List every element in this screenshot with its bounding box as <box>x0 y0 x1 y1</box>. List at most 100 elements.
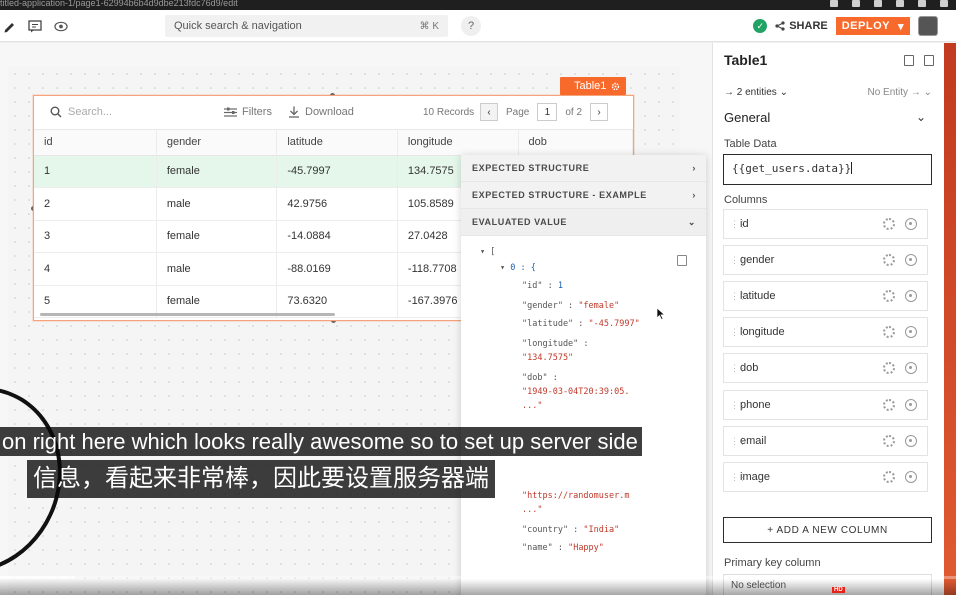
drag-handle-icon[interactable]: ⋮⋮ <box>730 400 747 411</box>
gear-icon[interactable] <box>883 362 895 374</box>
menu-icon[interactable] <box>940 0 948 7</box>
eye-icon[interactable] <box>905 254 917 266</box>
table-cell[interactable]: -45.7997 <box>276 155 398 188</box>
gear-icon[interactable] <box>611 82 620 91</box>
table-search[interactable]: Search... <box>50 106 112 118</box>
expected-example-label: EXPECTED STRUCTURE - EXAMPLE <box>472 190 647 200</box>
column-item-phone[interactable]: ⋮⋮ phone <box>723 390 928 420</box>
eye-icon[interactable] <box>905 471 917 483</box>
copy-icon[interactable] <box>677 255 687 266</box>
table-cell[interactable]: female <box>156 155 278 188</box>
columns-label: Columns <box>724 194 768 206</box>
column-item-dob[interactable]: ⋮⋮ dob <box>723 353 928 383</box>
json-line[interactable]: ▾ [ <box>480 247 495 257</box>
eye-icon[interactable] <box>905 435 917 447</box>
copy-icon[interactable] <box>904 55 914 66</box>
json-line: "country" : "India" <box>522 525 620 535</box>
drag-handle-icon[interactable]: ⋮⋮ <box>730 255 747 266</box>
table-cell[interactable]: 2 <box>34 187 157 221</box>
evaluated-value-label: EVALUATED VALUE <box>472 217 568 227</box>
table-cell[interactable]: 1 <box>34 155 157 188</box>
profile-icon[interactable] <box>874 0 882 7</box>
star-icon[interactable] <box>852 0 860 7</box>
window-icon[interactable] <box>896 0 904 7</box>
widget-name-tag[interactable]: Table1 <box>560 77 627 95</box>
drag-handle-icon[interactable]: ⋮⋮ <box>730 219 747 230</box>
column-item-latitude[interactable]: ⋮⋮ latitude <box>723 281 928 311</box>
column-header[interactable]: gender <box>156 130 278 156</box>
json-line: "gender" : "female" <box>522 301 620 311</box>
avatar[interactable] <box>918 16 938 36</box>
comment-icon[interactable] <box>28 19 42 33</box>
eye-icon[interactable] <box>905 218 917 230</box>
outgoing-entity[interactable]: No Entity → ⌄ <box>867 87 932 98</box>
pane-widget-title[interactable]: Table1 <box>724 52 767 68</box>
table-cell[interactable]: 42.9756 <box>276 187 398 221</box>
chevron-down-icon[interactable]: ⌄ <box>916 110 926 124</box>
column-item-gender[interactable]: ⋮⋮ gender <box>723 245 928 275</box>
json-line: "latitude" : "-45.7997" <box>522 319 640 329</box>
eye-icon[interactable] <box>905 362 917 374</box>
prev-page-button[interactable]: ‹ <box>480 103 498 121</box>
help-button[interactable]: ? <box>461 16 481 36</box>
gear-icon[interactable] <box>883 218 895 230</box>
gear-icon[interactable] <box>883 290 895 302</box>
column-header[interactable]: latitude <box>276 130 398 156</box>
horizontal-scrollbar[interactable] <box>40 313 335 316</box>
table-data-field[interactable]: {{get_users.data}} <box>723 154 932 185</box>
table-cell[interactable]: male <box>156 187 278 221</box>
drag-handle-icon[interactable]: ⋮⋮ <box>730 291 747 302</box>
expected-structure-toggle[interactable]: EXPECTED STRUCTURE › <box>461 155 706 182</box>
page-number-input[interactable]: 1 <box>537 103 558 121</box>
deploy-button[interactable]: DEPLOY ▾ <box>835 17 910 35</box>
column-item-label: phone <box>740 399 771 411</box>
column-header[interactable]: longitude <box>397 130 519 156</box>
column-item-id[interactable]: ⋮⋮ id <box>723 209 928 239</box>
eye-icon[interactable] <box>905 290 917 302</box>
extension-icon[interactable] <box>830 0 838 7</box>
filters-button[interactable]: Filters <box>224 106 272 118</box>
column-item-image[interactable]: ⋮⋮ image <box>723 462 928 492</box>
json-line[interactable]: ▾ 0 : { <box>500 263 536 273</box>
table-cell[interactable]: 3 <box>34 220 157 253</box>
video-controls-gradient <box>0 579 956 595</box>
column-header[interactable]: dob <box>518 130 633 156</box>
eye-icon[interactable] <box>905 326 917 338</box>
quick-search-bar[interactable]: Quick search & navigation ⌘ K <box>165 15 448 37</box>
column-item-longitude[interactable]: ⋮⋮ longitude <box>723 317 928 347</box>
gear-icon[interactable] <box>883 326 895 338</box>
table-cell[interactable]: -14.0884 <box>276 220 398 253</box>
gear-icon[interactable] <box>883 435 895 447</box>
gear-icon[interactable] <box>883 254 895 266</box>
share-button[interactable]: SHARE <box>775 20 828 32</box>
next-page-button[interactable]: › <box>590 103 609 121</box>
add-column-button[interactable]: + ADD A NEW COLUMN <box>723 517 932 543</box>
trash-icon[interactable] <box>924 55 934 66</box>
table-cell[interactable]: male <box>156 252 278 286</box>
eye-preview-icon[interactable] <box>54 19 68 33</box>
drag-handle-icon[interactable]: ⋮⋮ <box>730 363 747 374</box>
expected-example-toggle[interactable]: EXPECTED STRUCTURE - EXAMPLE › <box>461 182 706 209</box>
download-icon <box>289 106 299 118</box>
column-header[interactable]: id <box>34 130 157 156</box>
general-section-title[interactable]: General <box>724 110 770 125</box>
table-cell[interactable]: 4 <box>34 252 157 286</box>
table-cell[interactable]: female <box>156 220 278 253</box>
video-progress-bar[interactable] <box>0 576 956 579</box>
download-button[interactable]: Download <box>288 106 354 118</box>
column-item-email[interactable]: ⋮⋮ email <box>723 426 928 456</box>
drag-handle-icon[interactable]: ⋮⋮ <box>730 472 747 483</box>
connected-entities[interactable]: → 2 entities ⌄ <box>724 87 788 98</box>
gear-icon[interactable] <box>883 399 895 411</box>
drag-handle-icon[interactable]: ⋮⋮ <box>730 436 747 447</box>
table-cell[interactable]: -88.0169 <box>276 252 398 286</box>
evaluated-value-toggle[interactable]: EVALUATED VALUE ⌄ <box>461 209 706 236</box>
column-item-label: gender <box>740 254 775 266</box>
editor-mode-switcher <box>0 10 68 42</box>
browser-url[interactable]: titled-application-1/page1-62994b6b4d9db… <box>0 0 238 8</box>
pencil-edit-icon[interactable] <box>2 19 16 33</box>
eye-icon[interactable] <box>905 399 917 411</box>
drag-handle-icon[interactable]: ⋮⋮ <box>730 327 747 338</box>
gear-icon[interactable] <box>883 471 895 483</box>
account-icon[interactable] <box>918 0 926 7</box>
